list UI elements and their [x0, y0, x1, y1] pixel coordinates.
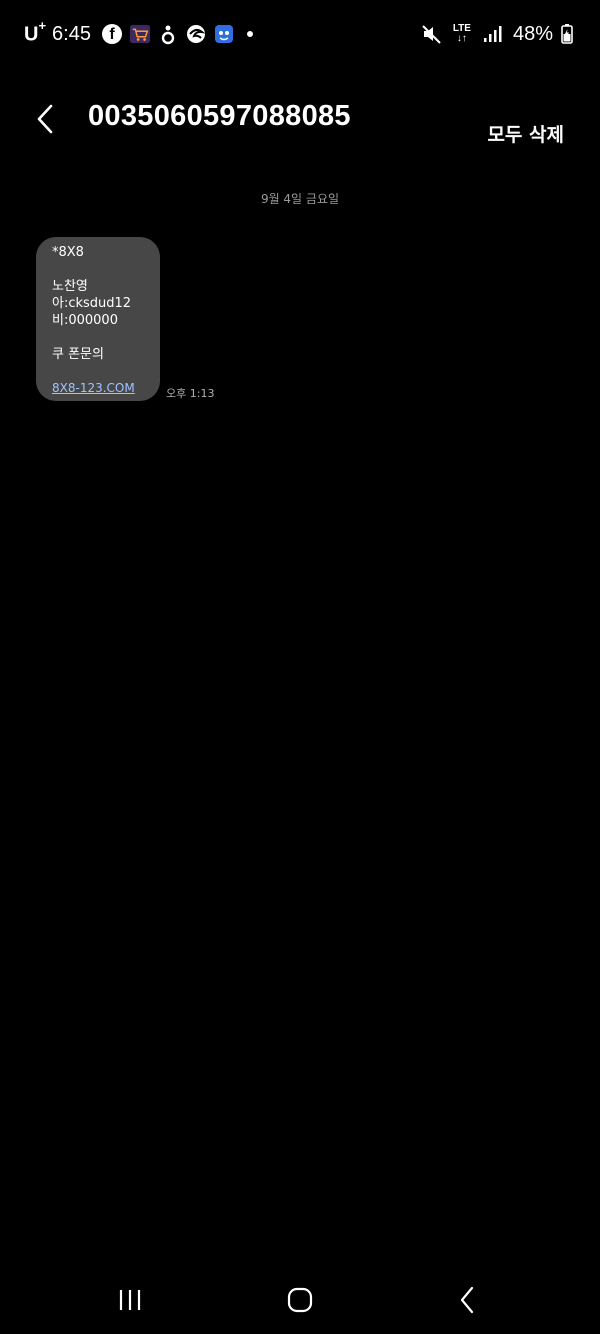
- carrier-label: U+: [24, 18, 47, 46]
- swirl-app-icon: [185, 23, 207, 45]
- blue-app-icon: [213, 23, 235, 45]
- signal-icon: [481, 23, 503, 45]
- message-line: [52, 261, 146, 278]
- delete-all-button[interactable]: 모두 삭제: [487, 120, 564, 147]
- battery-percentage: 48%: [512, 22, 553, 45]
- back-button[interactable]: [30, 102, 64, 136]
- shopping-cart-app-icon: [129, 23, 151, 45]
- nav-back-button[interactable]: [448, 1282, 488, 1318]
- more-notifications-dot-icon: [246, 31, 253, 37]
- navigation-bar: [0, 1268, 600, 1332]
- home-button[interactable]: [280, 1282, 320, 1318]
- home-icon: [287, 1287, 313, 1313]
- message-line: 비:000000: [52, 313, 118, 328]
- message-link[interactable]: 8X8-123.COM: [52, 380, 146, 397]
- nav-back-icon: [460, 1286, 474, 1314]
- mute-icon: [421, 23, 443, 45]
- date-separator: 9월 4일 금요일: [260, 192, 340, 206]
- status-bar: U+ 6:45 f LTE ↓↑ 48%: [0, 0, 600, 68]
- back-arrow-icon: [37, 104, 53, 134]
- conversation-header: 0035060597088085 모두 삭제: [0, 90, 600, 160]
- status-time: 6:45: [52, 22, 91, 45]
- battery-icon: [556, 23, 578, 45]
- message-line: 아:cksdud12: [52, 296, 132, 311]
- message-line: [52, 329, 146, 346]
- message-bubble[interactable]: *8X8 노찬영 아:cksdud12 비:000000 쿠 폰문의 8X8-1…: [36, 237, 160, 401]
- recent-apps-icon: [119, 1290, 141, 1310]
- message-line: 노찬영: [52, 279, 88, 294]
- message-line: 쿠 폰문의: [52, 347, 104, 362]
- recent-apps-button[interactable]: [110, 1282, 150, 1318]
- lte-indicator: LTE ↓↑: [452, 23, 471, 44]
- status-bar-right: LTE ↓↑ 48%: [421, 20, 578, 48]
- facebook-icon: f: [101, 23, 123, 45]
- page-title: 0035060597088085: [88, 100, 351, 132]
- notification-app-icon: [157, 23, 179, 45]
- message-line: *8X8: [52, 245, 84, 260]
- message-line: [52, 363, 146, 380]
- message-timestamp: 오후 1:13: [166, 387, 215, 400]
- battery-group: 48%: [513, 23, 578, 46]
- status-bar-left: U+ 6:45 f: [24, 18, 253, 48]
